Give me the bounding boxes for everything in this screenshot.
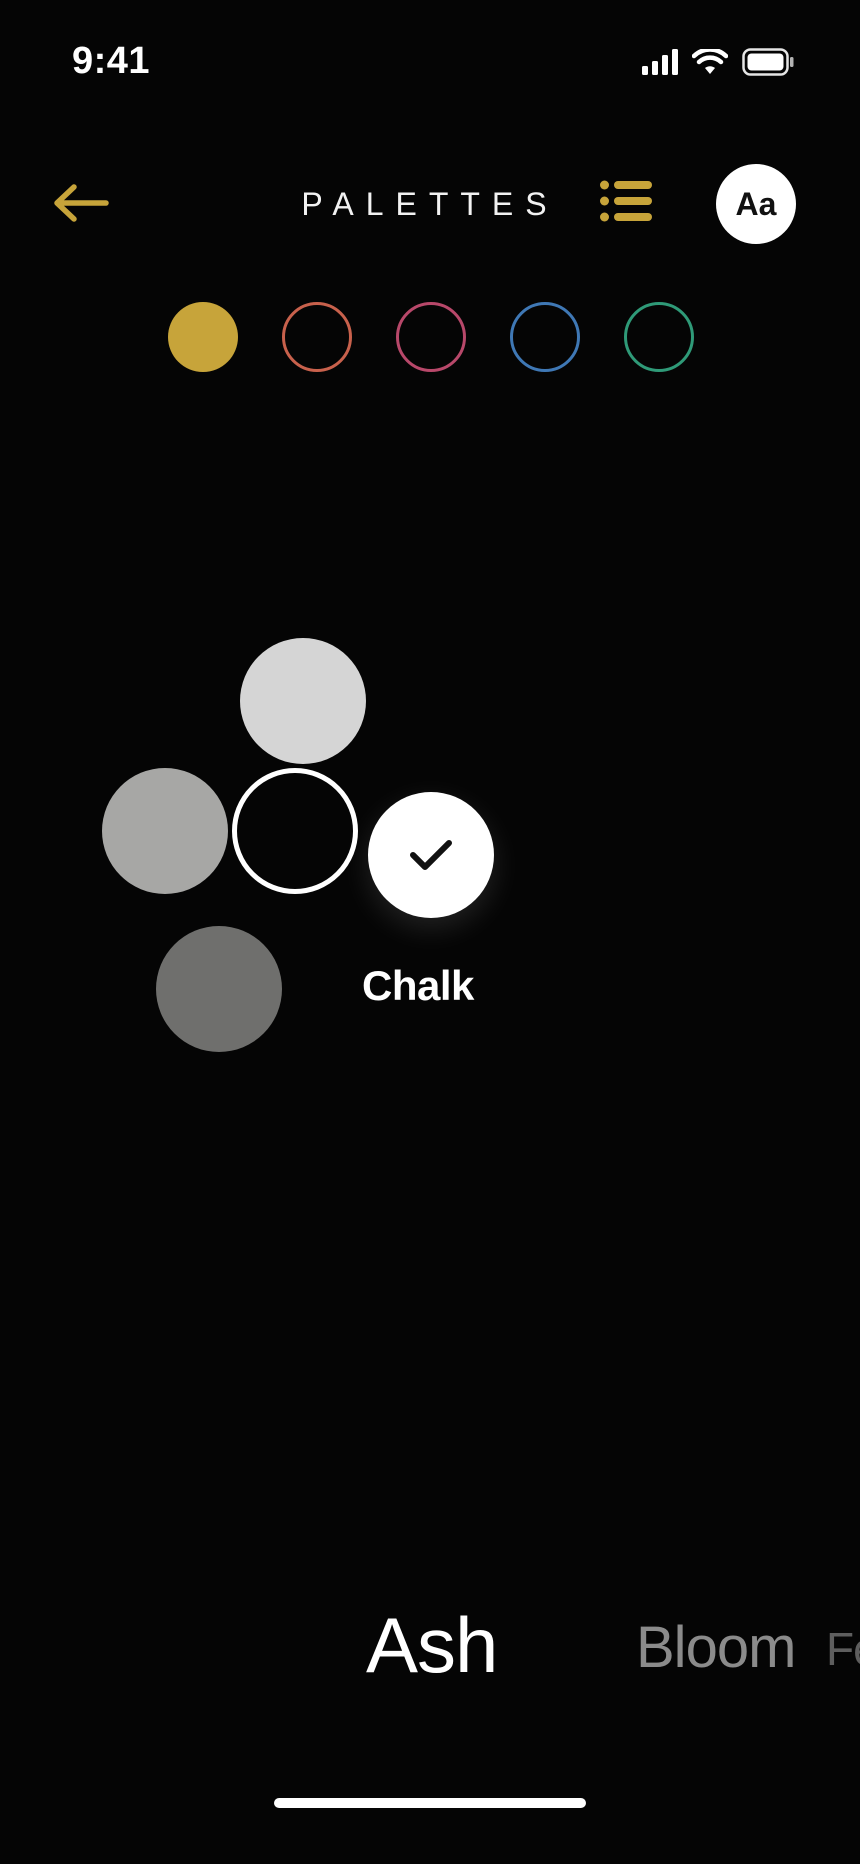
swatch-silver[interactable] [102,768,228,894]
checkmark-icon [410,840,452,870]
status-time: 9:41 [72,40,151,82]
battery-icon [742,48,794,76]
cellular-signal-icon [642,49,678,75]
palette-name-partial[interactable]: Fe [826,1622,860,1676]
home-indicator[interactable] [274,1798,586,1808]
swatch-dark-gray[interactable] [156,926,282,1052]
palette-name-next[interactable]: Bloom [636,1614,796,1681]
swatch-black-outline[interactable] [232,768,358,894]
palette-dot-coral[interactable] [282,302,352,372]
swatch-chalk-selected[interactable] [368,792,494,918]
palette-dot-rose[interactable] [396,302,466,372]
selected-swatch-label: Chalk [362,962,474,1009]
list-view-button[interactable] [600,180,658,228]
palette-dot-blue[interactable] [510,302,580,372]
font-settings-button[interactable]: Aa [716,164,796,244]
palette-name-current[interactable]: Ash [366,1600,498,1691]
swatch-light-gray[interactable] [240,638,366,764]
palette-dot-teal[interactable] [624,302,694,372]
list-icon [600,180,652,222]
status-icons [642,48,794,76]
wifi-icon [692,49,728,74]
palette-dot-gold[interactable] [168,302,238,372]
